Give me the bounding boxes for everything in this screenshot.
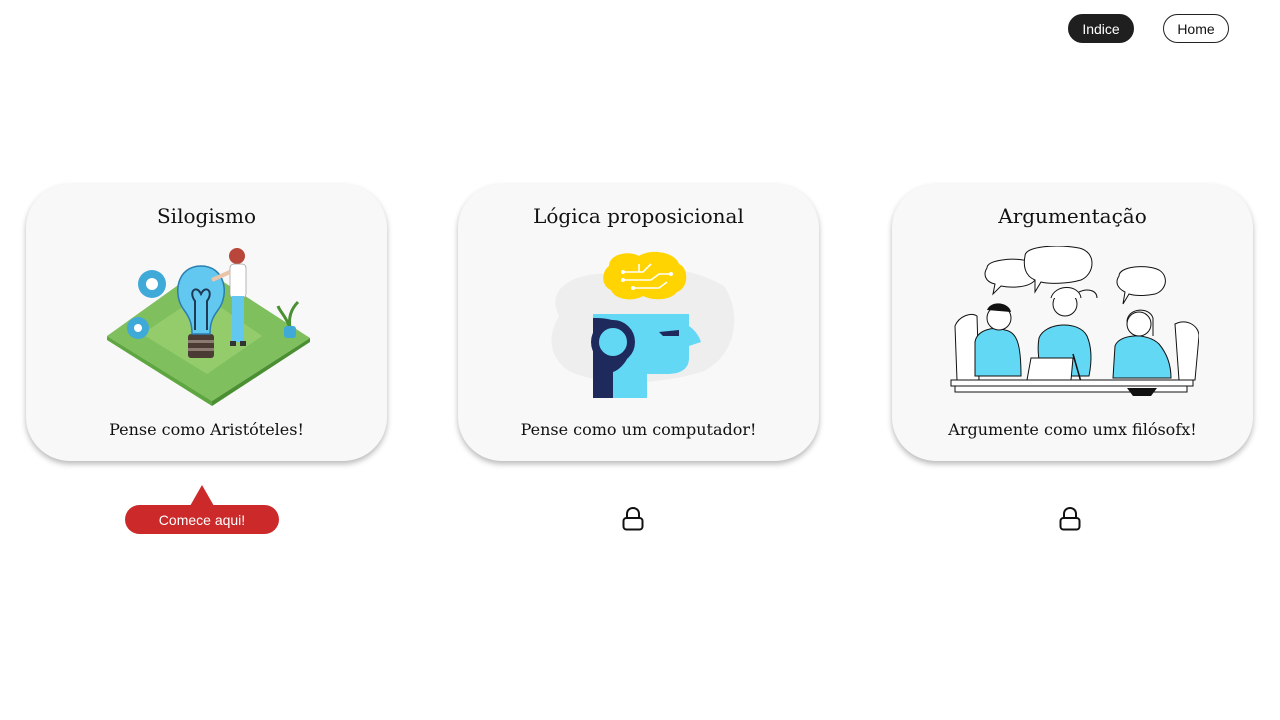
ai-head-illustration-icon — [551, 251, 734, 398]
discussion-illustration-icon — [950, 246, 1199, 396]
card-argumentacao[interactable]: Argumentação Argumente como umx filósofx… — [892, 184, 1253, 461]
card-subtitle: Pense como um computador! — [520, 420, 757, 439]
card-silogismo[interactable]: Silogismo Pense como Aristóteles! — [26, 184, 387, 461]
card-logica-proposicional[interactable]: Lógica proposicional Pense como um compu… — [458, 184, 819, 461]
lightbulb-illustration-icon — [106, 248, 310, 406]
home-button[interactable]: Home — [1163, 14, 1229, 43]
pointer-arrow-icon — [190, 485, 214, 506]
lock-icon — [622, 507, 644, 531]
lock-icon — [1059, 507, 1081, 531]
card-subtitle: Argumente como umx filósofx! — [948, 420, 1197, 439]
start-here-label: Comece aqui! — [125, 505, 279, 534]
card-title: Argumentação — [998, 204, 1147, 228]
card-title: Silogismo — [156, 204, 256, 228]
card-title: Lógica proposicional — [533, 204, 744, 228]
card-subtitle: Pense como Aristóteles! — [109, 420, 304, 439]
start-here-button[interactable]: Comece aqui! — [125, 485, 279, 534]
indice-button[interactable]: Indice — [1068, 14, 1134, 43]
